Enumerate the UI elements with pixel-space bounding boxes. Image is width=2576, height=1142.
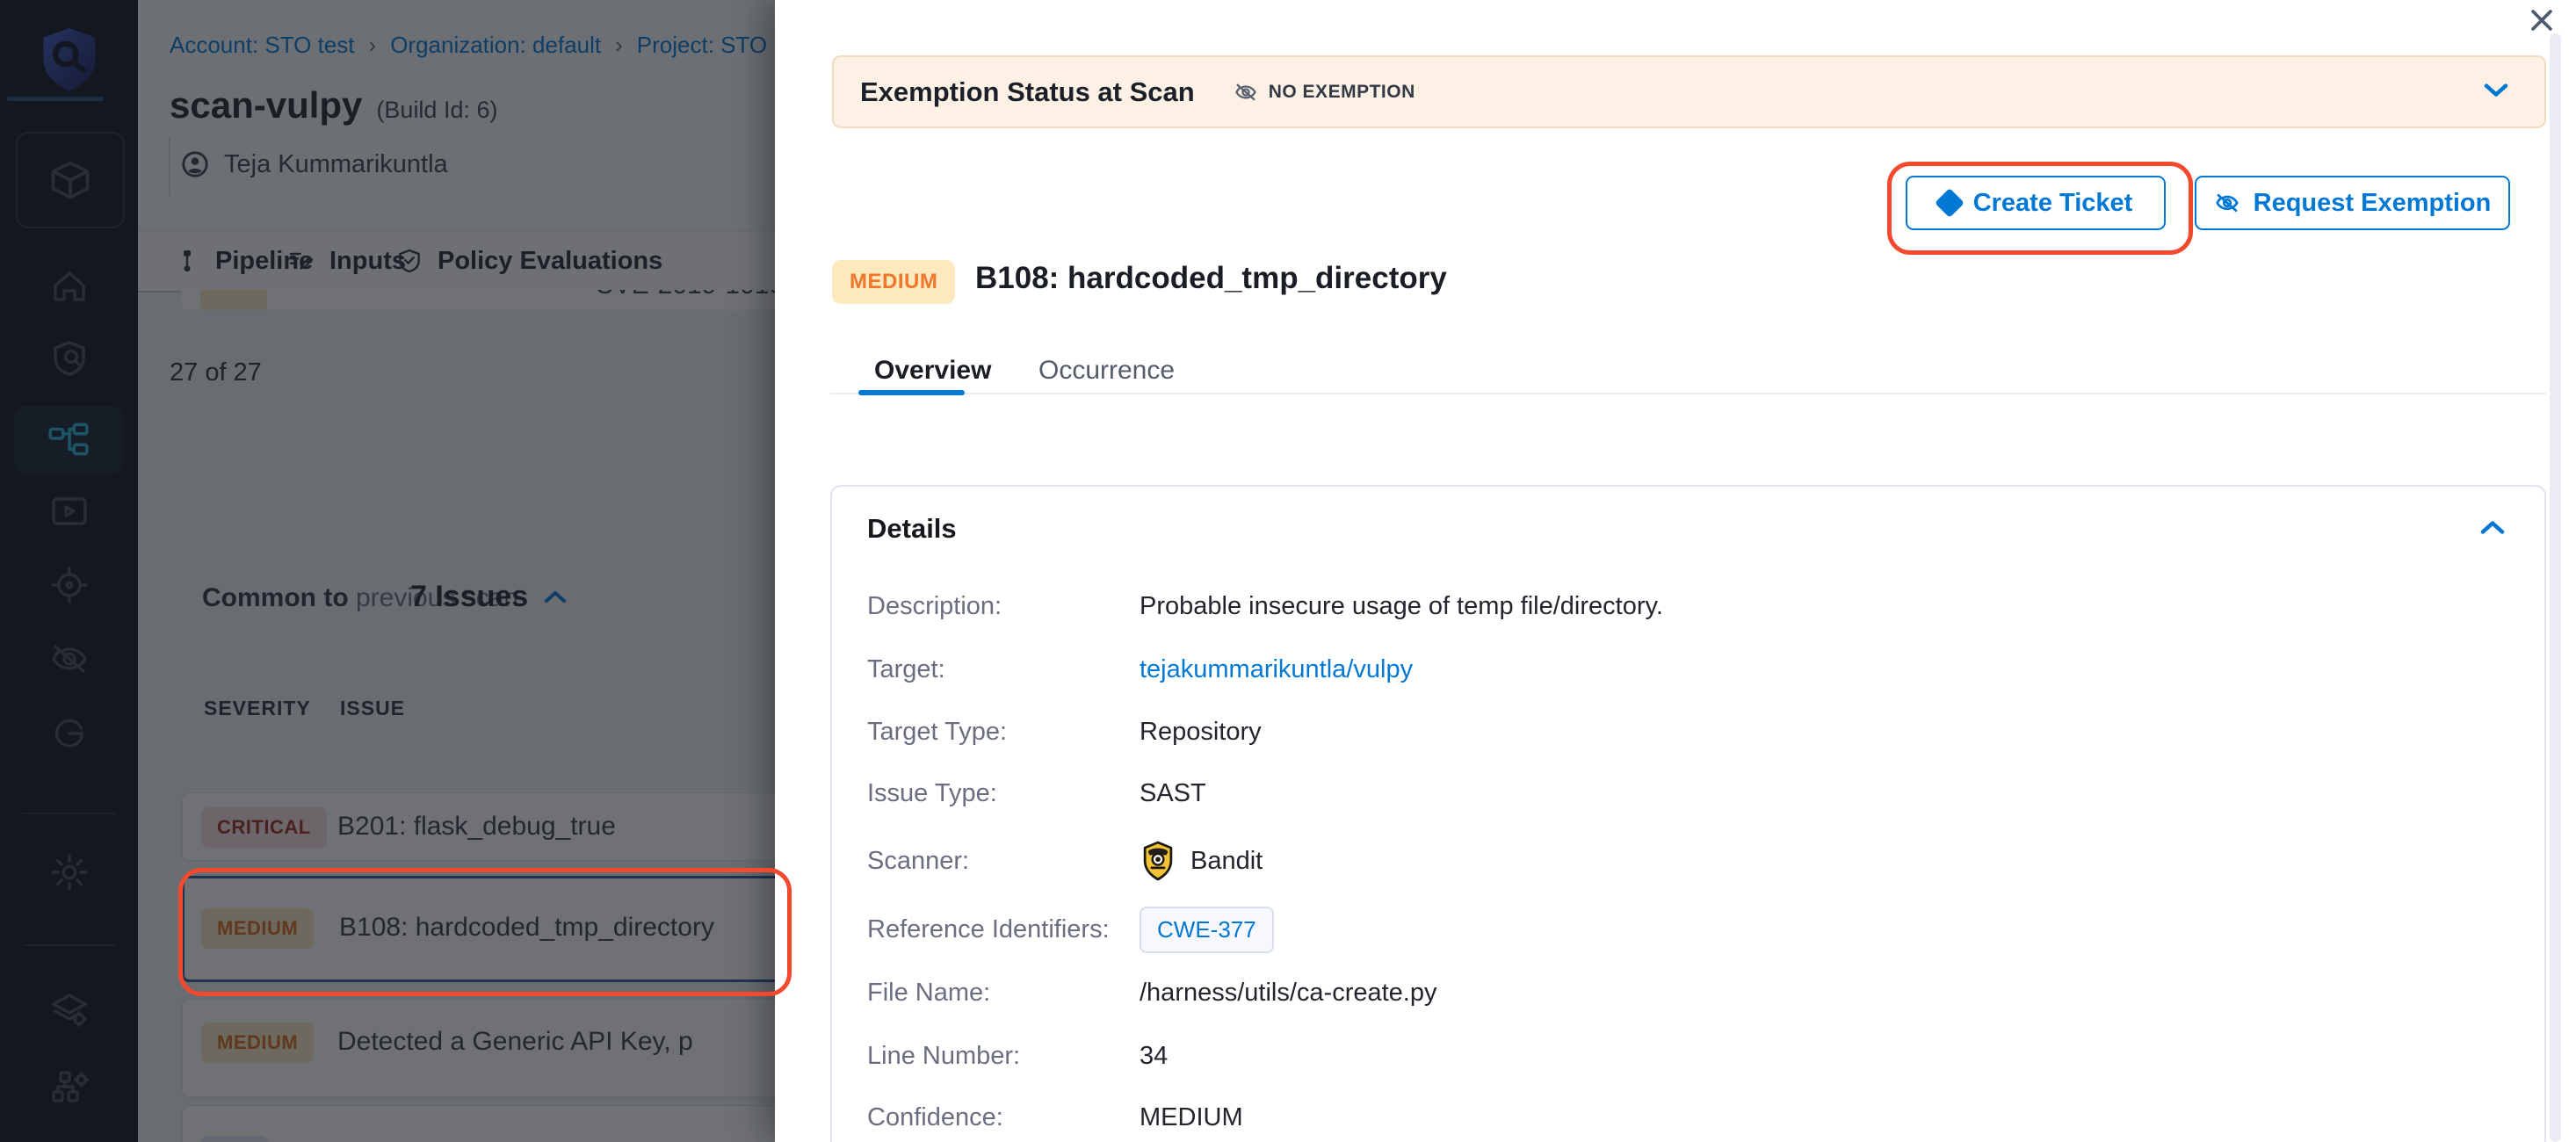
banner-title: Exemption Status at Scan — [860, 76, 1195, 108]
ticket-diamond-icon — [1935, 188, 1965, 218]
target-link[interactable]: tejakummarikuntla/vulpy — [1140, 655, 1413, 684]
detail-row-target-type: Target Type: Repository — [867, 718, 1262, 747]
detail-row-target: Target: tejakummarikuntla/vulpy — [867, 655, 1413, 684]
chevron-up-icon — [2479, 518, 2506, 536]
detail-row-line-number: Line Number: 34 — [867, 1042, 1168, 1071]
detail-row-scanner: Scanner: Bandit — [867, 840, 1263, 882]
panel-scrollbar[interactable] — [2550, 33, 2561, 1142]
chevron-down-icon — [2483, 81, 2509, 98]
tab-occurrence[interactable]: Occurrence — [1038, 356, 1175, 386]
issue-title: B108: hardcoded_tmp_directory — [975, 261, 1447, 296]
exemption-status-badge: NO EXEMPTION — [1234, 80, 1415, 105]
active-tab-underline — [858, 390, 965, 395]
tab-overview[interactable]: Overview — [874, 356, 991, 386]
close-panel-button[interactable] — [2527, 5, 2557, 35]
eye-off-icon — [1234, 80, 1258, 105]
tab-divider-line — [830, 393, 2546, 394]
issue-severity-badge: MEDIUM — [832, 260, 955, 304]
create-ticket-button[interactable]: Create Ticket — [1906, 176, 2166, 230]
details-collapse-chevron[interactable] — [2479, 518, 2506, 540]
modal-dim-overlay — [0, 0, 775, 1142]
cwe-chip[interactable]: CWE-377 — [1140, 907, 1274, 953]
details-heading: Details — [867, 513, 957, 545]
banner-expand-chevron[interactable] — [2483, 81, 2509, 103]
detail-row-file-name: File Name: /harness/utils/ca-create.py — [867, 979, 1436, 1008]
issue-details-panel: Exemption Status at Scan NO EXEMPTION Cr… — [775, 0, 2576, 1142]
request-exemption-button[interactable]: Request Exemption — [2195, 176, 2510, 230]
detail-row-description: Description: Probable insecure usage of … — [867, 592, 1663, 621]
exemption-status-banner[interactable]: Exemption Status at Scan NO EXEMPTION — [832, 55, 2546, 128]
bandit-scanner-icon — [1140, 840, 1176, 882]
close-icon — [2527, 5, 2557, 35]
detail-row-confidence: Confidence: MEDIUM — [867, 1103, 1243, 1132]
detail-row-issue-type: Issue Type: SAST — [867, 779, 1206, 808]
details-card: Details Description: Probable insecure u… — [830, 485, 2546, 1142]
app-root: Account: STO test › Organization: defaul… — [0, 0, 2576, 1142]
eye-off-icon — [2214, 190, 2240, 216]
detail-row-reference-identifiers: Reference Identifiers: CWE-377 — [867, 907, 1274, 953]
